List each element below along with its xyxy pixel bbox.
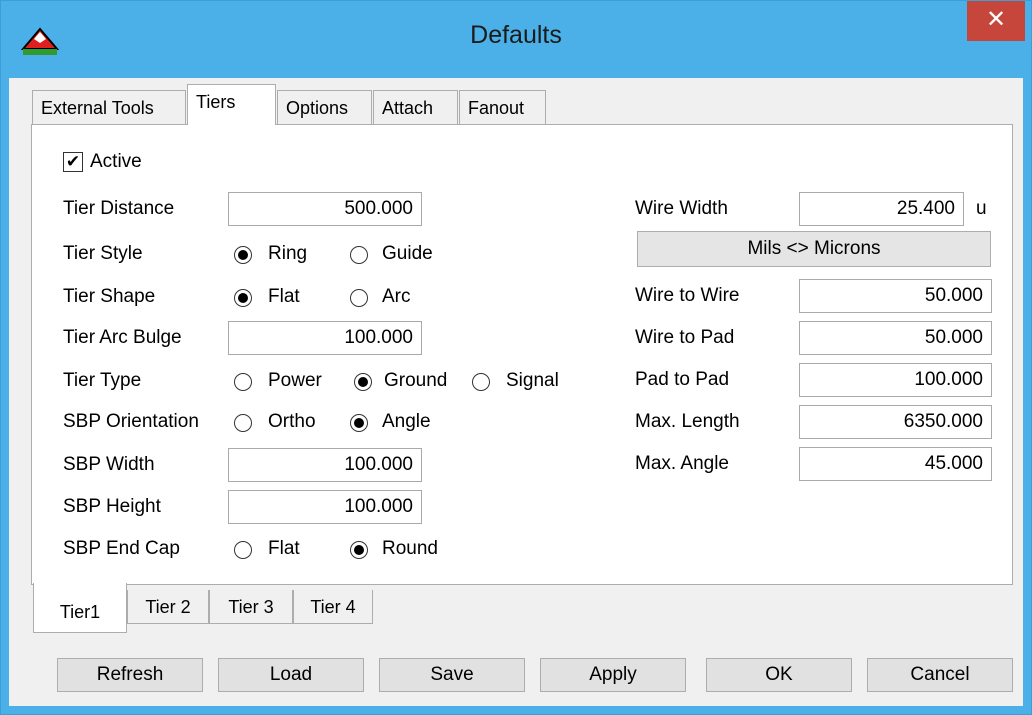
- tier-shape-flat-label: Flat: [268, 286, 300, 307]
- tier-style-guide-label: Guide: [382, 243, 433, 264]
- tier-shape-flat-radio[interactable]: [234, 289, 252, 307]
- sbp-orientation-ortho-label: Ortho: [268, 411, 316, 432]
- sbp-end-cap-flat-radio[interactable]: [234, 541, 252, 559]
- tab-external-tools[interactable]: External Tools: [32, 90, 186, 124]
- wire-to-wire-label: Wire to Wire: [635, 285, 740, 306]
- window-title: Defaults: [470, 21, 562, 49]
- dialog-window: Defaults ✕ External Tools Tiers Options …: [0, 0, 1032, 715]
- tab-tier-3[interactable]: Tier 3: [209, 590, 293, 624]
- dialog-client-area: External Tools Tiers Options Attach Fano…: [9, 78, 1023, 706]
- tier-distance-label: Tier Distance: [63, 198, 175, 219]
- sbp-end-cap-round-radio[interactable]: [350, 541, 368, 559]
- sbp-end-cap-label: SBP End Cap: [63, 538, 180, 559]
- pad-to-pad-label: Pad to Pad: [635, 369, 730, 390]
- tier-shape-label: Tier Shape: [63, 286, 156, 307]
- tab-tier-4[interactable]: Tier 4: [293, 590, 373, 624]
- tier-arc-bulge-label: Tier Arc Bulge: [63, 327, 182, 348]
- max-length-input[interactable]: 6350.000: [799, 405, 992, 439]
- tier-style-guide-radio[interactable]: [350, 246, 368, 264]
- sbp-width-input[interactable]: 100.000: [228, 448, 422, 482]
- tiers-panel: ✔ Active Tier Distance 500.000 Tier Styl…: [31, 124, 1013, 585]
- refresh-button[interactable]: Refresh: [57, 658, 203, 692]
- max-angle-label: Max. Angle: [635, 453, 729, 474]
- tier-style-ring-label: Ring: [268, 243, 308, 264]
- active-checkbox[interactable]: ✔: [63, 152, 83, 172]
- active-label: Active: [90, 151, 142, 172]
- wire-to-pad-input[interactable]: 50.000: [799, 321, 992, 355]
- tab-options[interactable]: Options: [277, 90, 372, 124]
- sbp-end-cap-flat-label: Flat: [268, 538, 300, 559]
- sbp-width-label: SBP Width: [63, 454, 155, 475]
- max-angle-input[interactable]: 45.000: [799, 447, 992, 481]
- max-length-label: Max. Length: [635, 411, 740, 432]
- sbp-height-label: SBP Height: [63, 496, 161, 517]
- wire-to-wire-input[interactable]: 50.000: [799, 279, 992, 313]
- apply-button[interactable]: Apply: [540, 658, 686, 692]
- tier-arc-bulge-input[interactable]: 100.000: [228, 321, 422, 355]
- wire-width-label: Wire Width: [635, 198, 728, 219]
- mils-microns-button[interactable]: Mils <> Microns: [637, 231, 991, 267]
- tier-style-label: Tier Style: [63, 243, 143, 264]
- tier-type-ground-radio[interactable]: [354, 373, 372, 391]
- sbp-end-cap-round-label: Round: [382, 538, 438, 559]
- wire-width-unit: u: [976, 198, 987, 219]
- pad-to-pad-input[interactable]: 100.000: [799, 363, 992, 397]
- cancel-button[interactable]: Cancel: [867, 658, 1013, 692]
- tier-type-power-radio[interactable]: [234, 373, 252, 391]
- title-bar[interactable]: Defaults ✕: [1, 1, 1031, 78]
- tier-shape-arc-radio[interactable]: [350, 289, 368, 307]
- tier-type-signal-label: Signal: [506, 370, 559, 391]
- tab-tier-1[interactable]: Tier1: [33, 583, 127, 633]
- tab-tier-2[interactable]: Tier 2: [127, 590, 209, 624]
- tier-shape-arc-label: Arc: [382, 286, 411, 307]
- tab-fanout[interactable]: Fanout: [459, 90, 546, 124]
- tier-style-ring-radio[interactable]: [234, 246, 252, 264]
- tab-tiers[interactable]: Tiers: [187, 84, 276, 125]
- sbp-orientation-angle-label: Angle: [382, 411, 431, 432]
- sbp-orientation-angle-radio[interactable]: [350, 414, 368, 432]
- sbp-orientation-ortho-radio[interactable]: [234, 414, 252, 432]
- wire-to-pad-label: Wire to Pad: [635, 327, 735, 348]
- close-button[interactable]: ✕: [967, 1, 1025, 41]
- save-button[interactable]: Save: [379, 658, 525, 692]
- tier-type-signal-radio[interactable]: [472, 373, 490, 391]
- tier-distance-input[interactable]: 500.000: [228, 192, 422, 226]
- sbp-height-input[interactable]: 100.000: [228, 490, 422, 524]
- tier-type-ground-label: Ground: [384, 370, 448, 391]
- load-button[interactable]: Load: [218, 658, 364, 692]
- tier-type-power-label: Power: [268, 370, 322, 391]
- ok-button[interactable]: OK: [706, 658, 852, 692]
- sbp-orientation-label: SBP Orientation: [63, 411, 199, 432]
- tab-attach[interactable]: Attach: [373, 90, 458, 124]
- tier-type-label: Tier Type: [63, 370, 142, 391]
- wire-width-input[interactable]: 25.400: [799, 192, 964, 226]
